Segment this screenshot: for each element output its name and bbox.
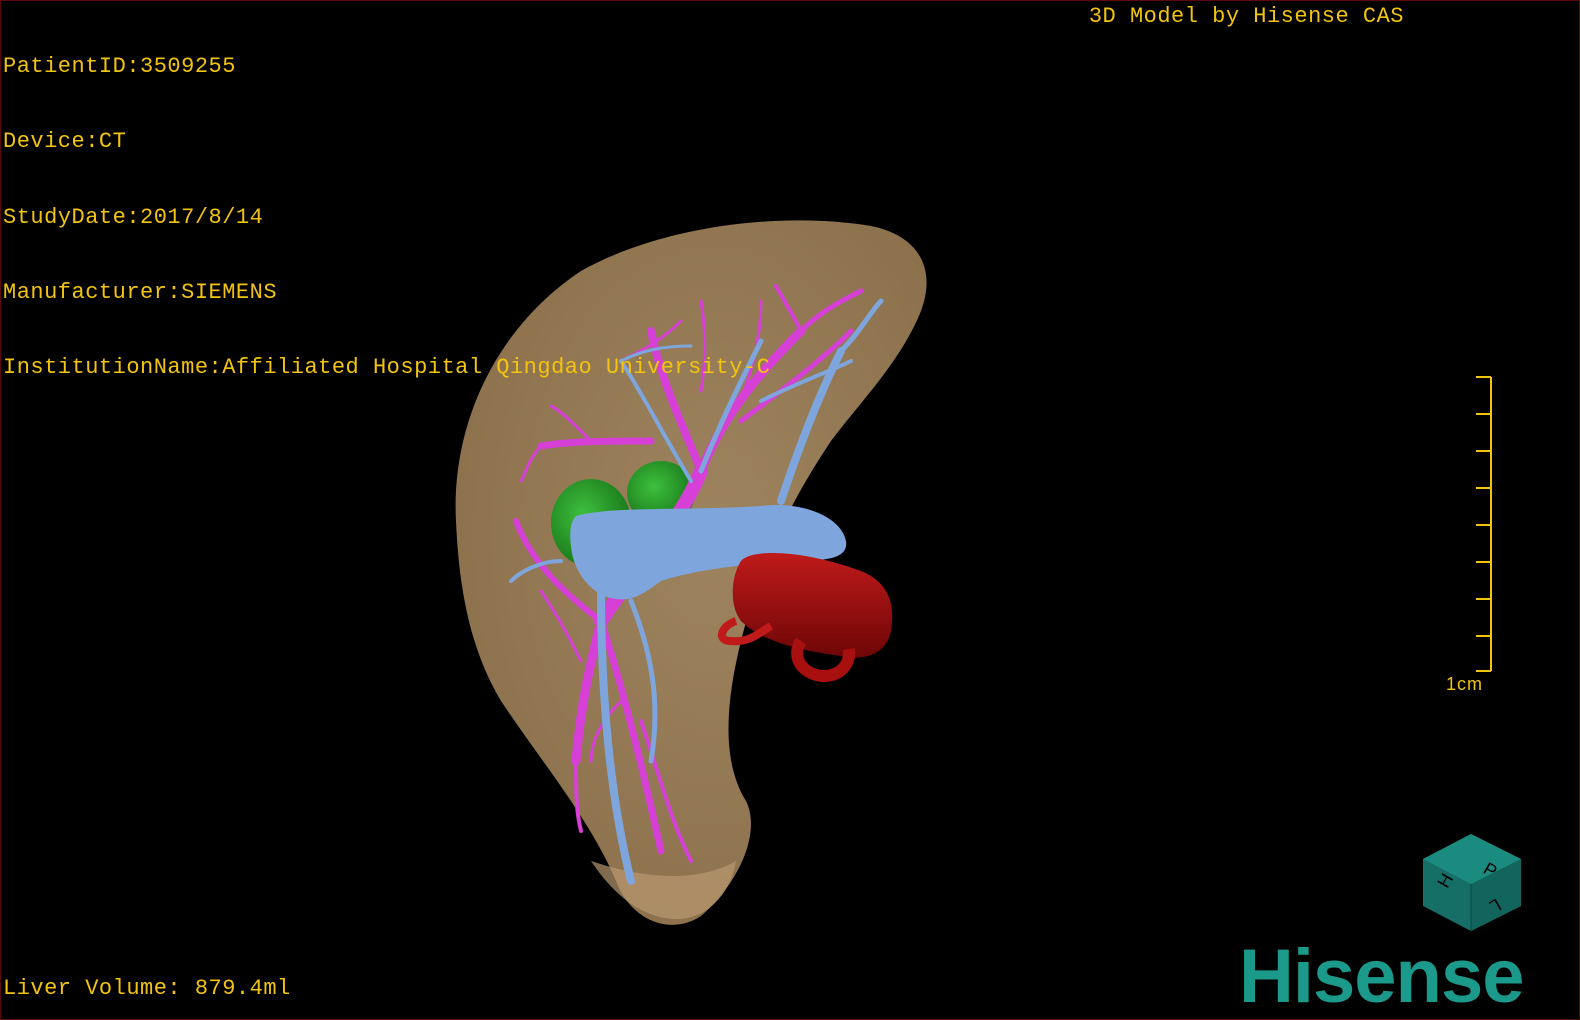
model-credit: 3D Model by Hisense CAS bbox=[1088, 4, 1404, 29]
renal-structure bbox=[718, 552, 893, 682]
liver-volume: Liver Volume: 879.4ml bbox=[3, 976, 291, 1001]
hisense-logo: Hisense bbox=[1239, 934, 1524, 1019]
manufacturer: Manufacturer:SIEMENS bbox=[3, 279, 278, 305]
scale-bar-label: 1cm bbox=[1446, 674, 1484, 694]
institution-name: InstitutionName:Affiliated Hospital Qing… bbox=[3, 355, 771, 381]
patient-id: PatientID:3509255 bbox=[3, 54, 236, 79]
scale-bar bbox=[1476, 376, 1492, 672]
3d-viewport[interactable]: P H L PatientID:3509255 Device:CT StudyD… bbox=[0, 0, 1580, 1020]
study-date: StudyDate:2017/8/14 bbox=[3, 204, 264, 230]
dicom-info-overlay: PatientID:3509255 Device:CT StudyDate:20… bbox=[3, 4, 770, 430]
device: Device:CT bbox=[3, 129, 127, 155]
orientation-cube[interactable]: P H L bbox=[1423, 834, 1521, 931]
